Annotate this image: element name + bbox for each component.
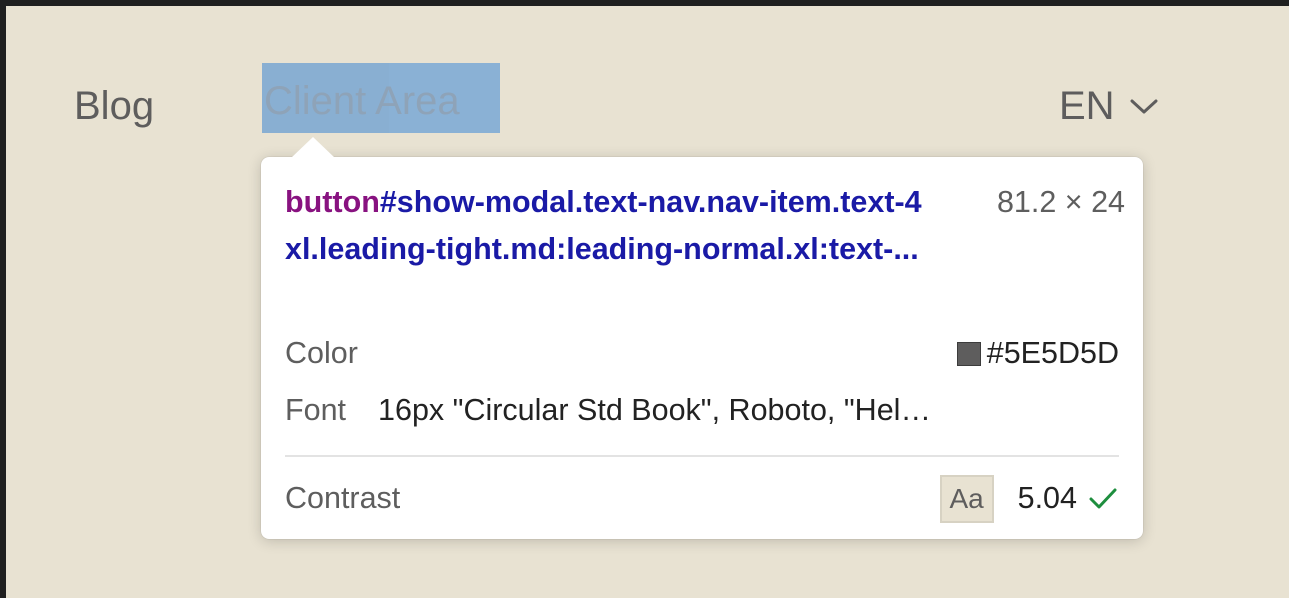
chevron-down-icon (1130, 99, 1158, 114)
contrast-value: 5.04 (1017, 481, 1077, 515)
nav-blog-link[interactable]: Blog (74, 78, 154, 134)
language-code: EN (1059, 84, 1115, 128)
page-viewport: Blog Client Area EN button#show-modal.te… (6, 6, 1289, 598)
nav-client-area-label: Client Area (264, 79, 460, 123)
inspector-tooltip: button#show-modal.text-nav.nav-item.text… (261, 137, 1143, 539)
element-dimensions: 81.2 × 24 (996, 185, 1125, 219)
nav-client-area-button[interactable]: Client Area (262, 63, 500, 133)
tooltip-arrow (291, 137, 335, 158)
contrast-value-group: Aa 5.04 (939, 474, 1119, 523)
contrast-label: Contrast (285, 481, 401, 515)
color-row: Color #5E5D5D (285, 330, 1119, 377)
contrast-sample: Aa (939, 474, 994, 523)
color-value: #5E5D5D (986, 336, 1119, 370)
color-swatch (956, 341, 981, 366)
font-label: Font (285, 393, 347, 427)
tooltip-divider (285, 455, 1119, 457)
color-label: Color (285, 336, 358, 370)
font-value: 16px "Circular Std Book", Roboto, "Hel… (378, 393, 931, 427)
tooltip-header: button#show-modal.text-nav.nav-item.text… (285, 179, 1125, 273)
checkmark-icon (1089, 488, 1117, 508)
language-selector[interactable]: EN (1059, 78, 1159, 134)
font-row: Font 16px "Circular Std Book", Roboto, "… (285, 387, 1119, 434)
element-selector: button#show-modal.text-nav.nav-item.text… (285, 179, 935, 273)
selector-tag: button (285, 185, 380, 219)
selector-classes: #show-modal.text-nav.nav-item.text-4xl.l… (285, 185, 922, 266)
color-value-group: #5E5D5D (956, 336, 1119, 371)
contrast-row: Contrast Aa 5.04 (285, 474, 1119, 523)
